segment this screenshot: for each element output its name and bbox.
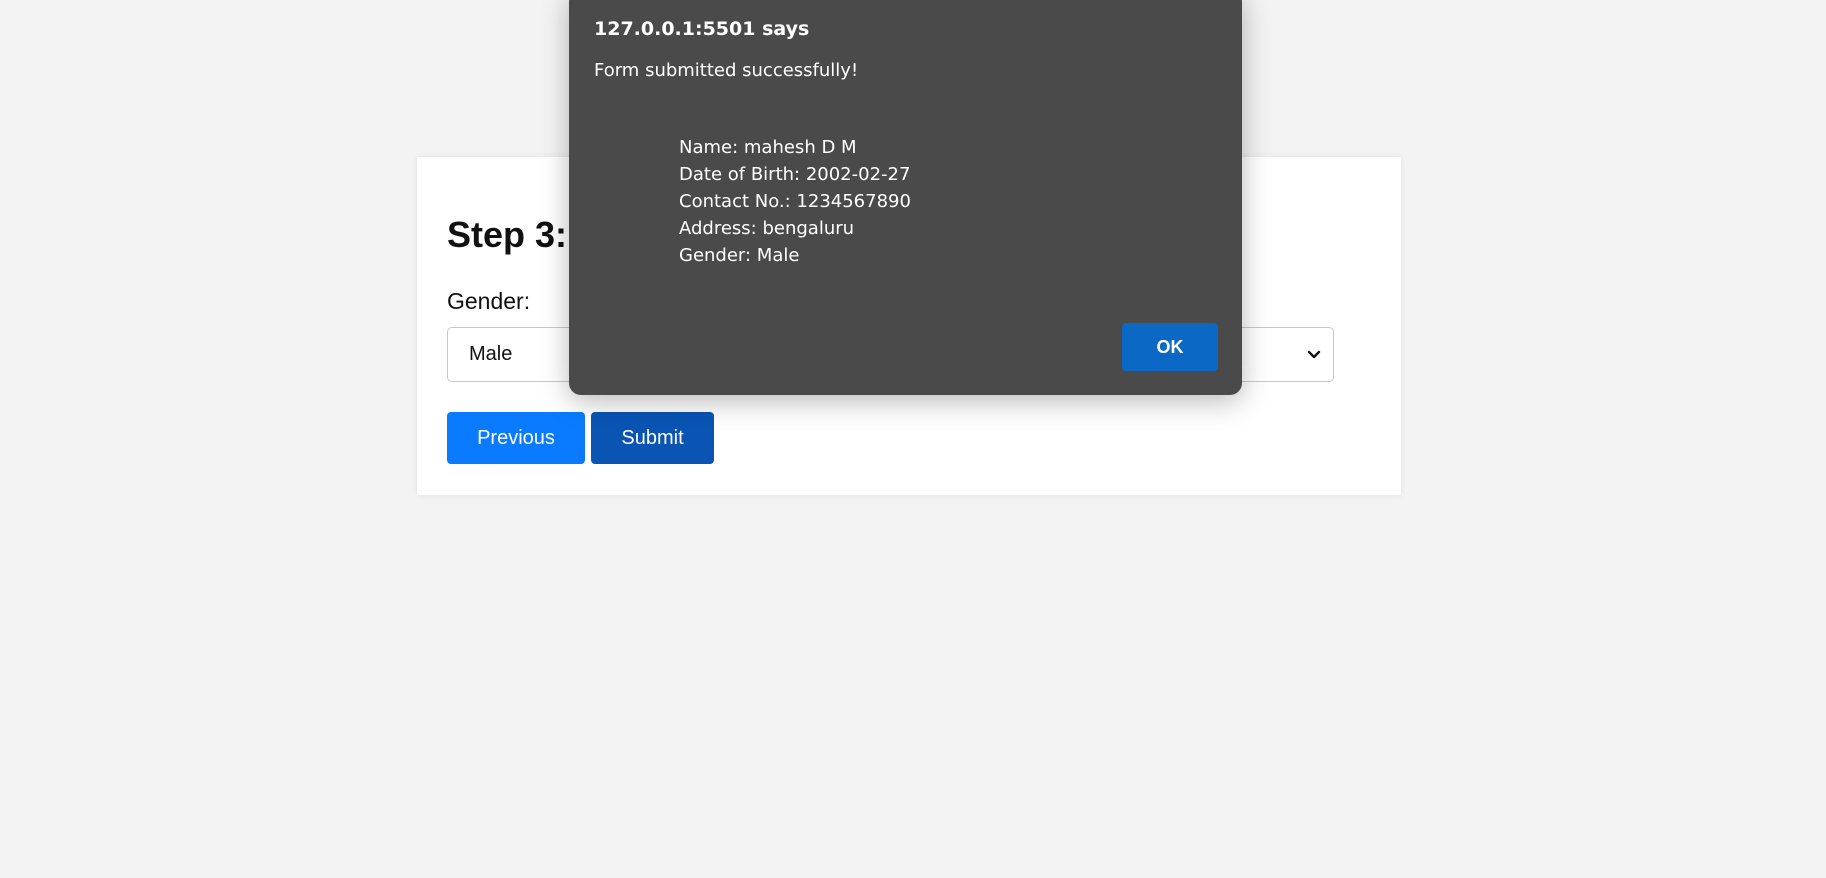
detail-address: Address: bengaluru: [679, 218, 855, 239]
dialog-message: Form submitted successfully!: [594, 60, 859, 81]
gender-selected-value: Male: [469, 343, 513, 365]
gender-label: Gender:: [447, 288, 531, 314]
dialog-details: Name: mahesh D M Date of Birth: 2002-02-…: [679, 134, 911, 269]
detail-date-of-birth: Date of Birth: 2002-02-27: [679, 164, 911, 185]
step-title: Step 3:: [447, 214, 568, 255]
submit-button[interactable]: Submit: [591, 412, 714, 464]
chevron-down-icon: [1307, 350, 1321, 359]
page: Step 3: Gender: Male Previous Submit 127…: [0, 0, 1826, 878]
detail-name: Name: mahesh D M: [679, 137, 857, 158]
ok-button[interactable]: OK: [1122, 323, 1218, 371]
dialog-title: 127.0.0.1:5501 says: [594, 18, 810, 40]
detail-contact: Contact No.: 1234567890: [679, 191, 911, 212]
previous-button[interactable]: Previous: [447, 412, 585, 464]
alert-dialog: 127.0.0.1:5501 says Form submitted succe…: [569, 0, 1242, 395]
detail-gender: Gender: Male: [679, 245, 800, 266]
